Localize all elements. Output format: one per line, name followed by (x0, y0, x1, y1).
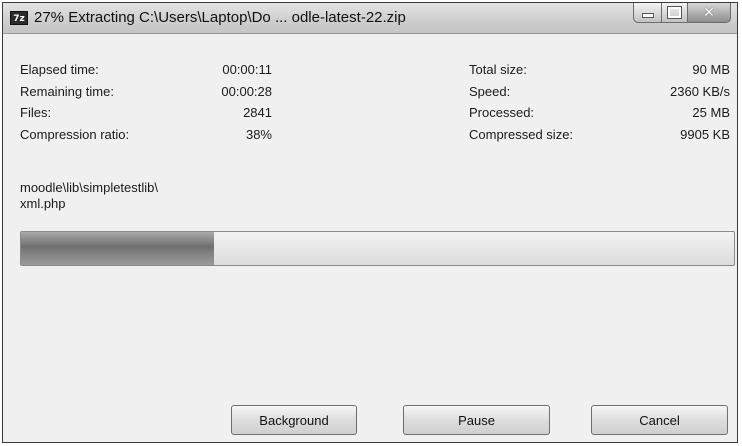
7zip-app-icon[interactable]: 7z (10, 11, 28, 25)
speed-value: 2360 KB/s (670, 84, 730, 99)
window-title: 27% Extracting C:\Users\Laptop\Do ... od… (34, 9, 406, 26)
files-label: Files: (20, 105, 52, 120)
compression-ratio-label: Compression ratio: (20, 127, 130, 142)
extraction-dialog: 7z 27% Extracting C:\Users\Laptop\Do ...… (2, 2, 738, 443)
current-file-path: moodle\lib\simpletestlib\ xml.php (20, 180, 158, 212)
current-file-name: xml.php (20, 196, 66, 211)
current-file-dir: moodle\lib\simpletestlib\ (20, 180, 159, 195)
cancel-button[interactable]: Cancel (591, 405, 728, 435)
compressed-size-label: Compressed size: (469, 127, 574, 142)
speed-label: Speed: (469, 84, 511, 99)
remaining-time-label: Remaining time: (20, 84, 114, 99)
minimize-icon (641, 13, 654, 18)
close-button[interactable]: ✕ (687, 3, 731, 23)
compressed-size-value: 9905 KB (680, 127, 730, 142)
close-icon: ✕ (703, 4, 715, 21)
maximize-icon (667, 6, 682, 19)
elapsed-time-value: 00:00:11 (222, 62, 272, 77)
compression-ratio-value: 38% (245, 127, 272, 142)
title-bar[interactable]: 7z 27% Extracting C:\Users\Laptop\Do ...… (3, 3, 737, 34)
background-button[interactable]: Background (231, 405, 357, 435)
processed-label: Processed: (469, 105, 535, 120)
extraction-progress-bar (20, 231, 735, 266)
total-size-label: Total size: (469, 62, 527, 77)
remaining-time-value: 00:00:28 (221, 84, 272, 99)
progress-fill (21, 232, 214, 265)
total-size-value: 90 MB (692, 62, 730, 77)
files-value: 2841 (243, 105, 272, 120)
caption-buttons: ✕ (633, 3, 731, 23)
processed-value: 25 MB (692, 105, 730, 120)
minimize-button[interactable] (633, 3, 661, 23)
pause-button[interactable]: Pause (403, 405, 550, 435)
maximize-button[interactable] (661, 3, 687, 23)
dialog-content: Elapsed time: 00:00:11 Remaining time: 0… (3, 34, 737, 442)
elapsed-time-label: Elapsed time: (20, 62, 99, 77)
